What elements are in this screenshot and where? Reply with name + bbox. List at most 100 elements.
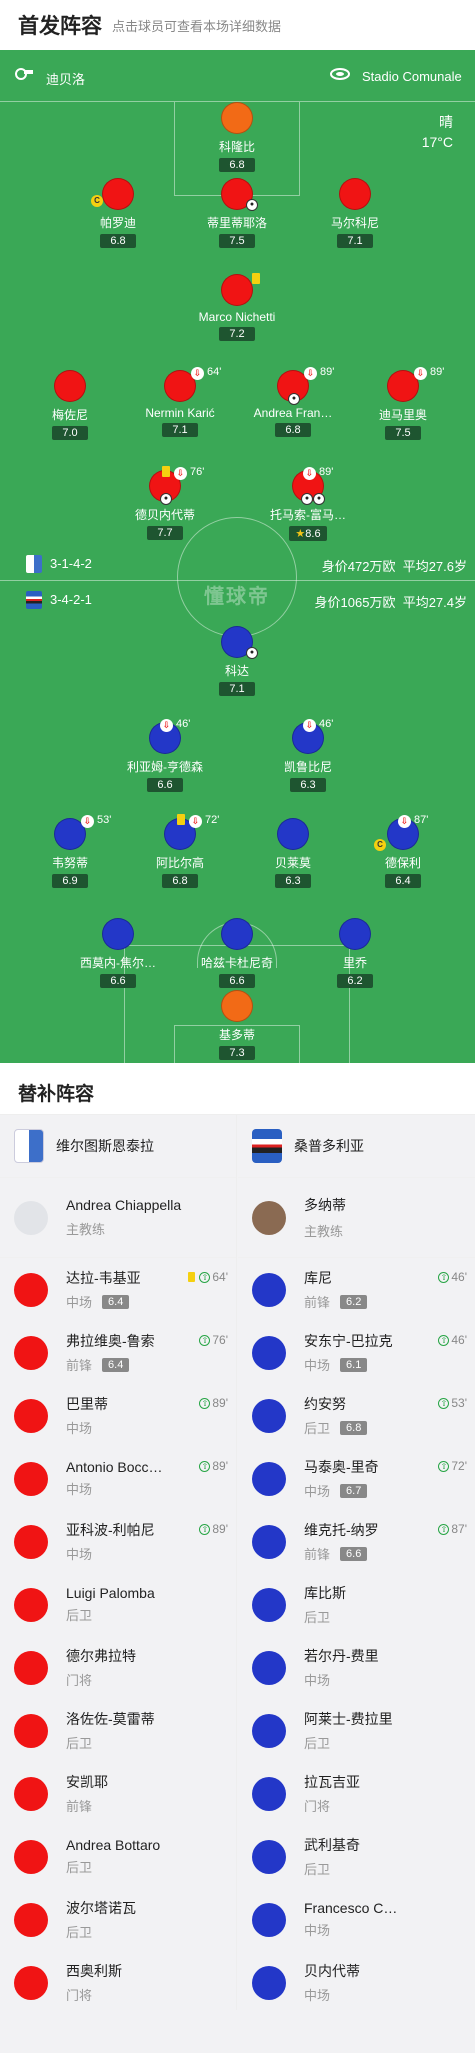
player-away-mid[interactable]: ⇩ 53' 韦努蒂 6.9 [10,814,130,889]
goal-ball-icon: ● [288,393,300,405]
player-away-gk[interactable]: 基多蒂 7.3 [177,990,297,1061]
yellow-card-icon [252,273,260,284]
sub-in-icon: ⇧ [199,1271,211,1283]
player-marker [14,1524,48,1559]
player-marker [252,1524,286,1559]
sub-player-row[interactable]: 维克托-纳罗 前锋 6.6 ⇧ 87' [238,1510,475,1573]
player-marker [14,1965,48,2000]
player-home-mid[interactable]: ⇩ 64' Nermin Karić 7.1 [120,366,240,438]
player-home-fwd[interactable]: ⇩ 76' ● 德贝内代蒂 7.7 [105,466,225,541]
player-away-am[interactable]: ⇩ 46' 利亚姆-亨德森 6.6 [105,718,225,793]
goal-ball-icon: ● [246,199,258,211]
away-team-head[interactable]: 桑普多利亚 [238,1115,475,1178]
whistle-icon [15,68,33,80]
player-away-mid[interactable]: 贝莱莫 6.3 [233,818,353,889]
player-home-mid[interactable]: ⇩ 89' 迪马里奥 7.5 [343,366,463,441]
player-home-def[interactable]: 马尔科尼 7.1 [295,178,415,249]
sub-in-icon: ⇧ [438,1271,450,1283]
player-marker: ⇩ 89' [387,366,444,402]
sub-player-row[interactable]: 巴里蒂 中场 ⇧ 89' [0,1384,236,1447]
player-home-mid[interactable]: 梅佐尼 7.0 [10,370,130,441]
player-marker: ● [221,626,258,659]
player-marker: ⇩ 87' C [374,814,428,851]
sub-in-event: ⇧ 64' [188,1270,228,1284]
player-marker [14,1776,48,1811]
away-coach[interactable]: 多纳蒂 主教练 [238,1178,475,1258]
player-marker [252,1650,286,1685]
captain-icon: C [91,195,103,207]
player-home-fwd[interactable]: ⇩ 89' ● ● 托马索-富马… ★8.6 [248,466,368,542]
player-away-fwd[interactable]: ● 科达 7.1 [177,626,297,697]
sub-player-row[interactable]: 若尔丹-费里 中场 [238,1636,475,1699]
player-marker: ⇩ 53' [54,814,111,850]
sub-player-row[interactable]: 武利基奇 后卫 [238,1825,475,1888]
sub-player-row[interactable]: 库比斯 后卫 [238,1573,475,1636]
player-marker [14,1587,48,1622]
away-team-summary: 3-4-2-1 身价1065万欧 平均27.4岁 [0,588,475,612]
captain-icon: C [374,839,386,851]
away-formation: 3-4-2-1 [50,592,92,607]
player-marker [221,918,253,950]
sub-player-row[interactable]: 库尼 前锋 6.2 ⇧ 46' [238,1258,475,1321]
home-team-head[interactable]: 维尔图斯恩泰拉 [0,1115,236,1178]
sub-player-row[interactable]: 德尔弗拉特 门将 [0,1636,236,1699]
sub-out-icon: ⇩ [398,815,411,828]
sub-player-row[interactable]: 安凯耶 前锋 [0,1762,236,1825]
sub-in-event: ⇧ 76' [199,1333,228,1347]
player-marker: ⇩ 89' ● [277,366,334,405]
player-marker [252,1272,286,1307]
player-away-am[interactable]: ⇩ 46' 凯鲁比尼 6.3 [248,718,368,793]
sub-player-row[interactable]: 亚科波-利帕尼 中场 ⇧ 89' [0,1510,236,1573]
sub-player-row[interactable]: Francesco C… 中场 [238,1888,475,1951]
player-marker [221,990,253,1022]
sub-in-icon: ⇧ [199,1460,211,1472]
away-crest-icon [252,1129,282,1163]
sub-player-row[interactable]: 拉瓦吉亚 门将 [238,1762,475,1825]
player-away-mid[interactable]: ⇩ 87' C 德保利 6.4 [343,814,463,889]
sub-in-event: ⇧ 46' [438,1270,467,1284]
player-home-mid[interactable]: ⇩ 89' ● Andrea Fran… 6.8 [233,366,353,438]
player-marker: ⇩ 64' [164,366,221,402]
sub-in-icon: ⇧ [438,1397,450,1409]
player-marker [14,1272,48,1307]
player-away-def[interactable]: 哈兹卡杜尼奇 6.6 [177,918,297,989]
sub-out-icon: ⇩ [303,719,316,732]
player-home-def[interactable]: C 帕罗迪 6.8 [58,178,178,249]
player-marker [14,1839,48,1874]
away-crest-icon [26,591,42,609]
yellow-card-icon [162,466,170,477]
stadium-icon [330,68,350,80]
sub-out-icon: ⇩ [191,367,204,380]
sub-out-icon: ⇩ [304,367,317,380]
player-marker [339,178,371,210]
player-home-def[interactable]: ● 蒂里蒂耶洛 7.5 [177,178,297,249]
sub-player-row[interactable]: 弗拉维奥-鲁索 前锋 6.4 ⇧ 76' [0,1321,236,1384]
player-marker [252,1776,286,1811]
player-home-gk[interactable]: 科隆比 6.8 [177,102,297,173]
sub-player-row[interactable]: 达拉-韦基亚 中场 6.4 ⇧ 64' [0,1258,236,1321]
sub-player-row[interactable]: 安东宁-巴拉克 中场 6.1 ⇧ 46' [238,1321,475,1384]
weather-temperature: 17°C [421,134,453,150]
player-away-def[interactable]: 里乔 6.2 [295,918,415,989]
sub-player-row[interactable]: 洛佐佐-莫雷蒂 后卫 [0,1699,236,1762]
player-away-mid[interactable]: ⇩ 72' 阿比尔高 6.8 [120,814,240,889]
sub-player-row[interactable]: 西奥利斯 门将 [0,1951,236,2014]
home-coach[interactable]: Andrea Chiappella 主教练 [0,1178,236,1258]
sub-player-row[interactable]: Antonio Bocc… 中场 ⇧ 89' [0,1447,236,1510]
sub-player-row[interactable]: 阿莱士-费拉里 后卫 [238,1699,475,1762]
sub-in-event: ⇧ 87' [438,1522,467,1536]
home-subs-column: 维尔图斯恩泰拉 Andrea Chiappella 主教练 达拉-韦基亚 中场 6.… [0,1115,237,2014]
coach-avatar [252,1200,286,1235]
sub-player-row[interactable]: 马泰奥-里奇 中场 6.7 ⇧ 72' [238,1447,475,1510]
player-marker [252,1398,286,1433]
sub-player-row[interactable]: Andrea Bottaro 后卫 [0,1825,236,1888]
sub-player-row[interactable]: Luigi Palomba 后卫 [0,1573,236,1636]
sub-player-row[interactable]: 波尔塔诺瓦 后卫 [0,1888,236,1951]
player-home-dm[interactable]: Marco Nichetti 7.2 [177,273,297,342]
sub-player-row[interactable]: 约安努 后卫 6.8 ⇧ 53' [238,1384,475,1447]
player-away-def[interactable]: 西莫内-焦尔… 6.6 [58,918,178,989]
player-marker: C [91,178,134,210]
coach-avatar-placeholder-icon [14,1200,48,1235]
sub-out-icon: ⇩ [81,815,94,828]
sub-player-row[interactable]: 贝内代蒂 中场 [238,1951,475,2014]
